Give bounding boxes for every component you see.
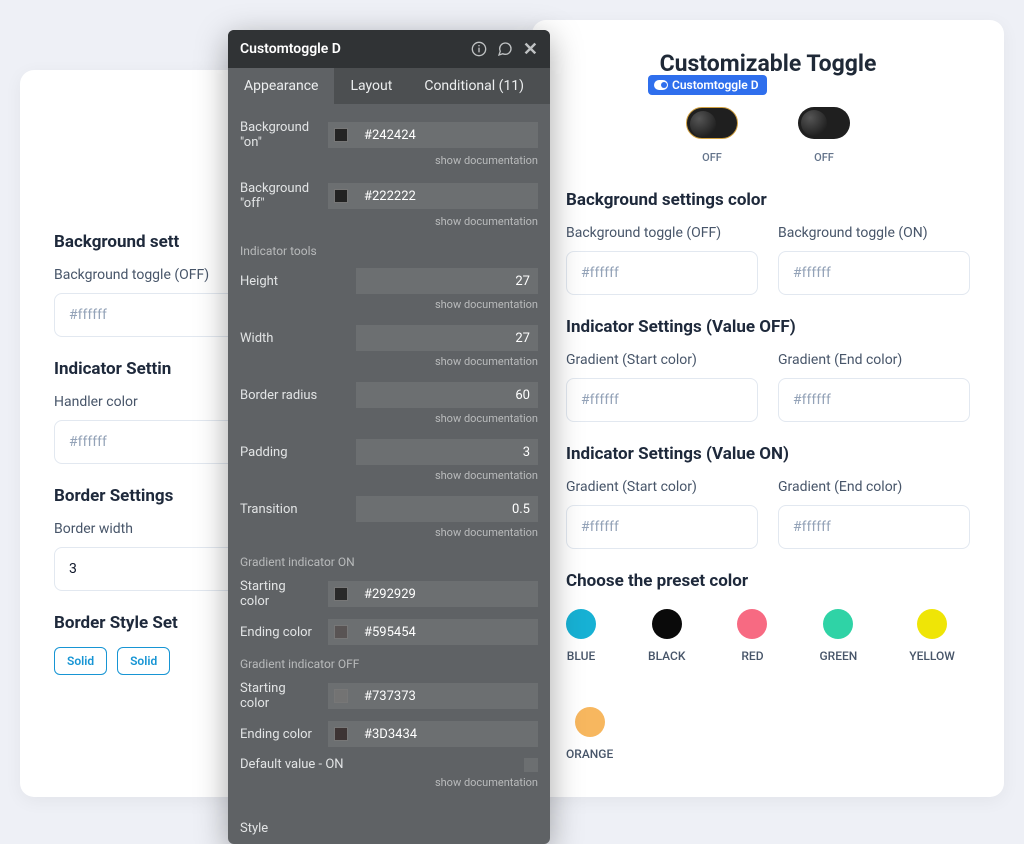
section-grad-on: Gradient indicator ON xyxy=(240,545,538,571)
close-icon[interactable]: ✕ xyxy=(523,39,538,60)
prop-height-label: Height xyxy=(240,274,346,289)
label-bg-toggle-on: Background toggle (ON) xyxy=(778,224,970,243)
doc-link[interactable]: show documentation xyxy=(240,152,538,173)
section-preset: Choose the preset color xyxy=(566,571,970,591)
prop-width-input[interactable] xyxy=(356,325,538,351)
swatch-gon-end[interactable] xyxy=(334,625,348,639)
input-bg-toggle-off[interactable] xyxy=(566,251,758,295)
swatch-dot xyxy=(917,609,947,639)
preset-black[interactable]: BLACK xyxy=(648,609,685,663)
prop-radius-input[interactable] xyxy=(356,382,538,408)
prop-default-label: Default value - ON xyxy=(240,757,514,772)
preset-orange[interactable]: ORANGE xyxy=(566,707,613,761)
prop-goff-end-input[interactable] xyxy=(356,721,538,747)
swatch-label: YELLOW xyxy=(909,649,955,663)
input-gstart-on[interactable] xyxy=(566,505,758,549)
prop-bg-off-input[interactable] xyxy=(356,183,538,209)
label-gstart-on: Gradient (Start color) xyxy=(566,478,758,497)
prop-goff-end-label: Ending color xyxy=(240,727,318,742)
section-ind-off: Indicator Settings (Value OFF) xyxy=(566,317,970,337)
swatch-dot xyxy=(652,609,682,639)
prop-goff-start-input[interactable] xyxy=(356,683,538,709)
off-label-1: OFF xyxy=(686,151,738,164)
swatch-bg-on[interactable] xyxy=(334,128,348,142)
prop-gon-start-input[interactable] xyxy=(356,581,538,607)
tab-conditional[interactable]: Conditional (11) xyxy=(408,68,540,104)
label-gend-on: Gradient (End color) xyxy=(778,478,970,497)
property-panel: Customtoggle D ✕ Appearance Layout Condi… xyxy=(228,30,550,844)
doc-link[interactable]: show documentation xyxy=(240,467,538,488)
panel-title: Customtoggle D xyxy=(240,41,341,57)
swatch-bg-off[interactable] xyxy=(334,189,348,203)
prop-transition-label: Transition xyxy=(240,502,346,517)
swatch-label: ORANGE xyxy=(566,747,613,761)
prop-bg-on-input[interactable] xyxy=(356,122,538,148)
prop-padding-input[interactable] xyxy=(356,439,538,465)
label-gstart-off: Gradient (Start color) xyxy=(566,351,758,370)
badge-label: Customtoggle D xyxy=(672,78,759,92)
swatch-label: BLACK xyxy=(648,649,685,663)
swatch-goff-end[interactable] xyxy=(334,727,348,741)
input-gend-off[interactable] xyxy=(778,378,970,422)
swatch-dot xyxy=(575,707,605,737)
toggle-icon xyxy=(654,80,668,90)
info-icon[interactable] xyxy=(471,41,487,57)
panel-body: Background "on" show documentation Backg… xyxy=(228,104,550,844)
prop-transition-input[interactable] xyxy=(356,496,538,522)
prop-gon-start-label: Starting color xyxy=(240,579,318,609)
chip-solid-2[interactable]: Solid xyxy=(117,647,170,675)
swatch-label: RED xyxy=(737,649,767,663)
doc-link[interactable]: show documentation xyxy=(240,296,538,317)
prop-width-label: Width xyxy=(240,331,346,346)
section-bg-color: Background settings color xyxy=(566,190,970,210)
selection-badge: Customtoggle D xyxy=(648,75,767,95)
prop-style-label: Style xyxy=(240,821,538,836)
doc-link[interactable]: show documentation xyxy=(240,774,538,795)
swatch-label: GREEN xyxy=(819,649,857,663)
panel-header[interactable]: Customtoggle D ✕ xyxy=(228,30,550,68)
preset-yellow[interactable]: YELLOW xyxy=(909,609,955,663)
prop-gon-end-input[interactable] xyxy=(356,619,538,645)
input-gstart-off[interactable] xyxy=(566,378,758,422)
tab-appearance[interactable]: Appearance xyxy=(228,68,334,104)
input-bg-toggle-on[interactable] xyxy=(778,251,970,295)
preset-blue[interactable]: BLUE xyxy=(566,609,596,663)
section-indicator-tools: Indicator tools xyxy=(240,234,538,260)
doc-link[interactable]: show documentation xyxy=(240,353,538,374)
custom-toggle-1[interactable] xyxy=(686,107,738,139)
prop-padding-label: Padding xyxy=(240,445,346,460)
prop-gon-end-label: Ending color xyxy=(240,625,318,640)
swatch-dot xyxy=(823,609,853,639)
off-label-2: OFF xyxy=(798,151,850,164)
preset-green[interactable]: GREEN xyxy=(819,609,857,663)
prop-bg-on-label: Background "on" xyxy=(240,120,318,150)
prop-height-input[interactable] xyxy=(356,268,538,294)
prop-bg-off-label: Background "off" xyxy=(240,181,318,211)
tab-layout[interactable]: Layout xyxy=(334,68,408,104)
chip-solid-1[interactable]: Solid xyxy=(54,647,107,675)
section-grad-off: Gradient indicator OFF xyxy=(240,647,538,673)
prop-radius-label: Border radius xyxy=(240,388,346,403)
swatch-gon-start[interactable] xyxy=(334,587,348,601)
swatch-goff-start[interactable] xyxy=(334,689,348,703)
section-ind-on: Indicator Settings (Value ON) xyxy=(566,444,970,464)
doc-link[interactable]: show documentation xyxy=(240,410,538,431)
swatch-dot xyxy=(737,609,767,639)
label-bg-toggle-off: Background toggle (OFF) xyxy=(566,224,758,243)
input-gend-on[interactable] xyxy=(778,505,970,549)
preset-red[interactable]: RED xyxy=(737,609,767,663)
prop-default-checkbox[interactable] xyxy=(524,758,538,772)
custom-toggle-card: Customizable Toggle Customtoggle D OFF O… xyxy=(532,20,1004,797)
comment-icon[interactable] xyxy=(497,41,513,57)
custom-title: Customizable Toggle xyxy=(566,50,970,77)
preset-swatches: BLUE BLACK RED GREEN YELLOW ORANGE xyxy=(566,609,970,761)
swatch-label: BLUE xyxy=(566,649,596,663)
doc-link[interactable]: show documentation xyxy=(240,524,538,545)
doc-link[interactable]: show documentation xyxy=(240,213,538,234)
custom-toggle-2[interactable] xyxy=(798,107,850,139)
swatch-dot xyxy=(566,609,596,639)
prop-goff-start-label: Starting color xyxy=(240,681,318,711)
label-gend-off: Gradient (End color) xyxy=(778,351,970,370)
